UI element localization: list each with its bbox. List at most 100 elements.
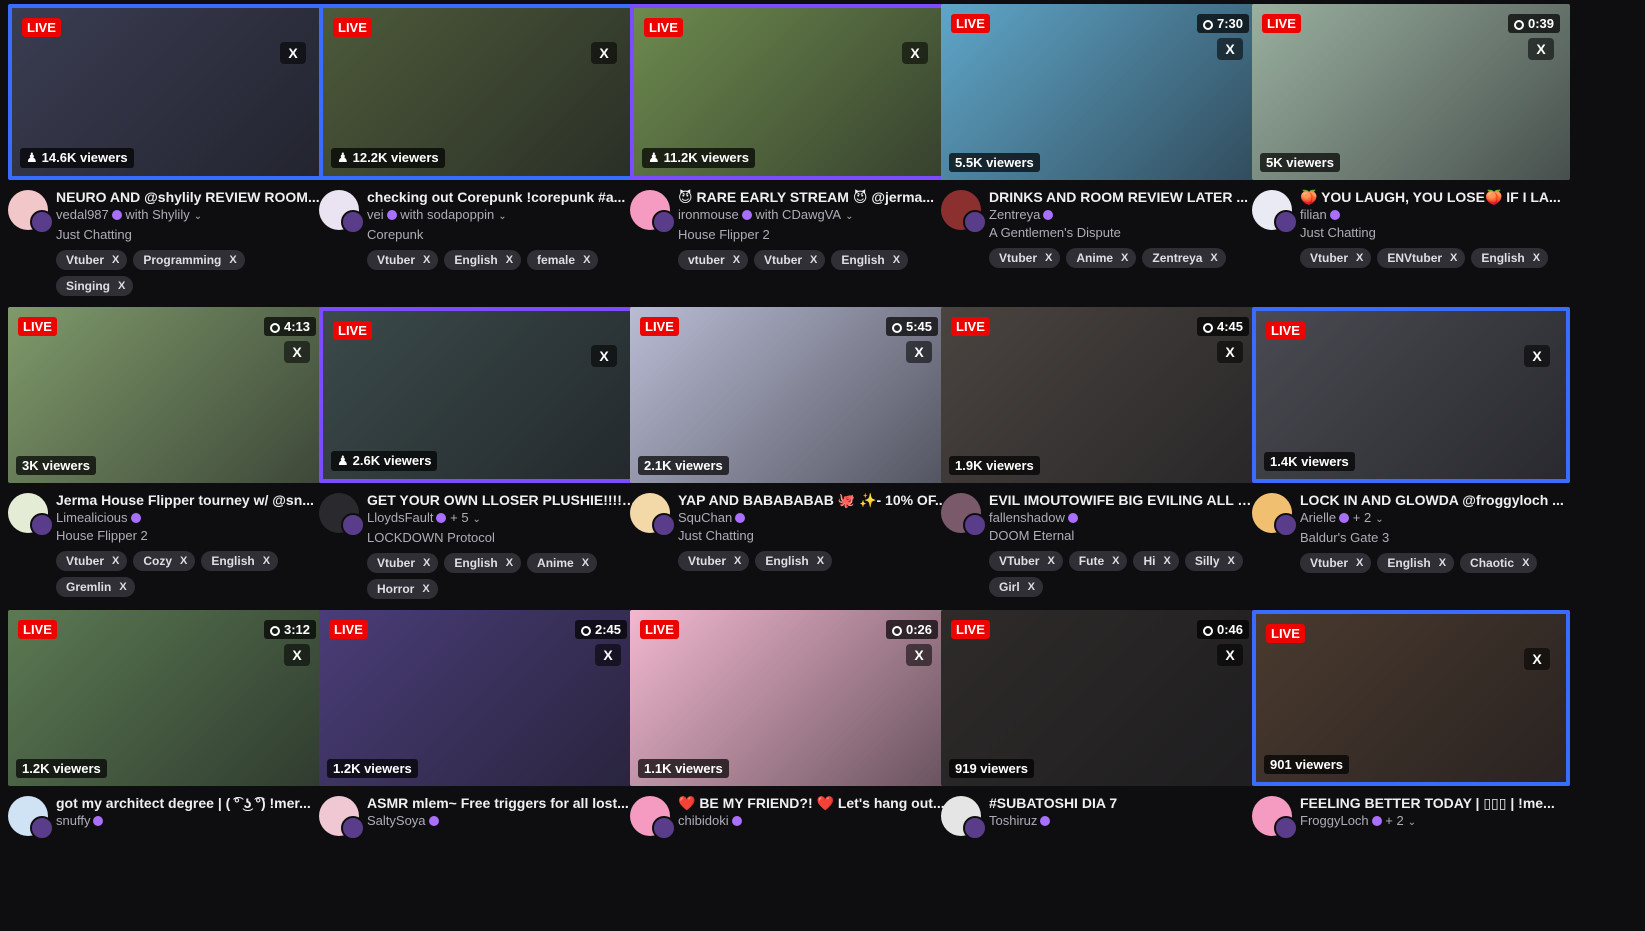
- close-button[interactable]: X: [284, 644, 310, 666]
- remove-tag-icon[interactable]: X: [1533, 252, 1540, 264]
- remove-tag-icon[interactable]: X: [1439, 557, 1446, 569]
- tag-chip[interactable]: ENVtuber X: [1377, 248, 1466, 268]
- remove-tag-icon[interactable]: X: [506, 254, 513, 266]
- remove-tag-icon[interactable]: X: [229, 254, 236, 266]
- remove-tag-icon[interactable]: X: [423, 557, 430, 569]
- stream-thumbnail[interactable]: LIVE X 1.4K viewers: [1252, 307, 1570, 483]
- stream-thumbnail[interactable]: LIVE 2:45 X 1.2K viewers: [319, 610, 637, 786]
- tag-chip[interactable]: Vtuber X: [367, 553, 439, 573]
- avatar[interactable]: [1252, 190, 1298, 234]
- tag-chip[interactable]: Programming X: [133, 250, 245, 270]
- stream-title[interactable]: ❤️ BE MY FRIEND?! ❤️ Let's hang out...: [678, 794, 948, 812]
- remove-tag-icon[interactable]: X: [1450, 252, 1457, 264]
- stream-thumbnail[interactable]: LIVE X ♟ 11.2K viewers: [630, 4, 948, 180]
- close-button[interactable]: X: [906, 644, 932, 666]
- remove-tag-icon[interactable]: X: [1228, 555, 1235, 567]
- stream-thumbnail[interactable]: LIVE 5:45 X 2.1K viewers: [630, 307, 948, 483]
- tag-chip[interactable]: Anime X: [527, 553, 598, 573]
- tag-chip[interactable]: vtuber X: [678, 250, 749, 270]
- avatar[interactable]: [319, 190, 365, 234]
- stream-thumbnail[interactable]: LIVE 3:12 X 1.2K viewers: [8, 610, 326, 786]
- remove-tag-icon[interactable]: X: [810, 254, 817, 266]
- collab-text[interactable]: + 2: [1353, 510, 1371, 525]
- remove-tag-icon[interactable]: X: [893, 254, 900, 266]
- stream-thumbnail[interactable]: LIVE 0:46 X 919 viewers: [941, 610, 1259, 786]
- close-button[interactable]: X: [280, 42, 306, 64]
- stream-card[interactable]: LIVE 3:12 X 1.2K viewers got my architect de…: [8, 610, 326, 931]
- tag-chip[interactable]: Anime X: [1066, 248, 1137, 268]
- tag-chip[interactable]: Vtuber X: [1300, 248, 1372, 268]
- stream-title[interactable]: LOCK IN AND GLOWDA @froggyloch ...: [1300, 491, 1570, 509]
- stream-title[interactable]: got my architect degree | ( ͡° ͜ʖ ͡°) !m…: [56, 794, 326, 812]
- tag-chip[interactable]: Fute X: [1068, 551, 1128, 571]
- remove-tag-icon[interactable]: X: [1356, 557, 1363, 569]
- stream-thumbnail[interactable]: LIVE X ♟ 14.6K viewers: [8, 4, 326, 180]
- stream-title[interactable]: GET YOUR OWN LLOSER PLUSHIE!!!! ...: [367, 491, 637, 509]
- collab-text[interactable]: with Shylily: [125, 207, 189, 222]
- tag-chip[interactable]: Vtuber X: [1300, 553, 1372, 573]
- avatar[interactable]: [8, 796, 54, 840]
- chevron-down-icon[interactable]: ⌄: [194, 211, 202, 222]
- close-button[interactable]: X: [1217, 341, 1243, 363]
- stream-card[interactable]: LIVE 4:13 X 3K viewers Jerma House Flipper t…: [8, 307, 326, 628]
- remove-tag-icon[interactable]: X: [1112, 555, 1119, 567]
- remove-tag-icon[interactable]: X: [506, 557, 513, 569]
- close-button[interactable]: X: [1524, 345, 1550, 367]
- stream-title[interactable]: YAP AND BABABABAB 🐙 ✨- 10% OF...: [678, 491, 948, 509]
- tag-chip[interactable]: Silly X: [1184, 551, 1243, 571]
- channel-name[interactable]: vei: [367, 207, 384, 222]
- stream-thumbnail[interactable]: LIVE X ♟ 2.6K viewers: [319, 307, 637, 483]
- remove-tag-icon[interactable]: X: [1163, 555, 1170, 567]
- stream-card[interactable]: LIVE X ♟ 12.2K viewers checking out Corepunk…: [319, 4, 637, 325]
- stream-card[interactable]: LIVE 7:30 X 5.5K viewers DRINKS AND ROOM REV…: [941, 4, 1259, 325]
- category-link[interactable]: Just Chatting: [1300, 224, 1570, 242]
- tag-chip[interactable]: Cozy X: [133, 551, 196, 571]
- collab-text[interactable]: + 5: [450, 510, 468, 525]
- avatar[interactable]: [319, 493, 365, 537]
- tag-chip[interactable]: Zentreya X: [1142, 248, 1226, 268]
- stream-title[interactable]: checking out Corepunk !corepunk #a...: [367, 188, 637, 206]
- remove-tag-icon[interactable]: X: [263, 555, 270, 567]
- category-link[interactable]: A Gentlemen's Dispute: [989, 224, 1259, 242]
- close-button[interactable]: X: [284, 341, 310, 363]
- stream-card[interactable]: LIVE 0:26 X 1.1K viewers ❤️ BE MY FRIEND?! ❤…: [630, 610, 948, 931]
- stream-thumbnail[interactable]: LIVE X 901 viewers: [1252, 610, 1570, 786]
- stream-thumbnail[interactable]: LIVE 0:39 X 5K viewers: [1252, 4, 1570, 180]
- stream-title[interactable]: EVIL IMOUTOWIFE BIG EVILING ALL O...: [989, 491, 1259, 509]
- close-button[interactable]: X: [591, 42, 617, 64]
- collab-text[interactable]: with CDawgVA: [755, 207, 841, 222]
- tag-chip[interactable]: English X: [831, 250, 909, 270]
- remove-tag-icon[interactable]: X: [112, 254, 119, 266]
- channel-name[interactable]: LloydsFault: [367, 510, 433, 525]
- channel-name[interactable]: vedal987: [56, 207, 109, 222]
- channel-name[interactable]: Toshiruz: [989, 813, 1037, 828]
- channel-name[interactable]: filian: [1300, 207, 1327, 222]
- stream-card[interactable]: LIVE X 901 viewers FEELING BETTER TODAY | ▯…: [1252, 610, 1570, 931]
- close-button[interactable]: X: [1217, 644, 1243, 666]
- collab-text[interactable]: + 2: [1385, 813, 1403, 828]
- avatar[interactable]: [630, 493, 676, 537]
- remove-tag-icon[interactable]: X: [422, 583, 429, 595]
- stream-card[interactable]: LIVE 0:46 X 919 viewers #SUBATOSHI DIA 7 Tosh…: [941, 610, 1259, 931]
- remove-tag-icon[interactable]: X: [582, 557, 589, 569]
- category-link[interactable]: LOCKDOWN Protocol: [367, 529, 637, 547]
- close-button[interactable]: X: [595, 644, 621, 666]
- stream-title[interactable]: NEURO AND @shylily REVIEW ROOM...: [56, 188, 326, 206]
- tag-chip[interactable]: English X: [755, 551, 833, 571]
- stream-card[interactable]: LIVE 4:45 X 1.9K viewers EVIL IMOUTOWIFE BIG…: [941, 307, 1259, 628]
- channel-name[interactable]: SquChan: [678, 510, 732, 525]
- avatar[interactable]: [941, 190, 987, 234]
- close-button[interactable]: X: [902, 42, 928, 64]
- close-button[interactable]: X: [591, 345, 617, 367]
- tag-chip[interactable]: Chaotic X: [1460, 553, 1538, 573]
- remove-tag-icon[interactable]: X: [1356, 252, 1363, 264]
- remove-tag-icon[interactable]: X: [1210, 252, 1217, 264]
- chevron-down-icon[interactable]: ⌄: [498, 211, 506, 222]
- avatar[interactable]: [941, 493, 987, 537]
- stream-card[interactable]: LIVE 0:39 X 5K viewers 🍑 YOU LAUGH, YOU LOSE…: [1252, 4, 1570, 325]
- remove-tag-icon[interactable]: X: [119, 581, 126, 593]
- channel-name[interactable]: fallenshadow: [989, 510, 1065, 525]
- tag-chip[interactable]: Gremlin X: [56, 577, 135, 597]
- remove-tag-icon[interactable]: X: [1045, 252, 1052, 264]
- remove-tag-icon[interactable]: X: [817, 555, 824, 567]
